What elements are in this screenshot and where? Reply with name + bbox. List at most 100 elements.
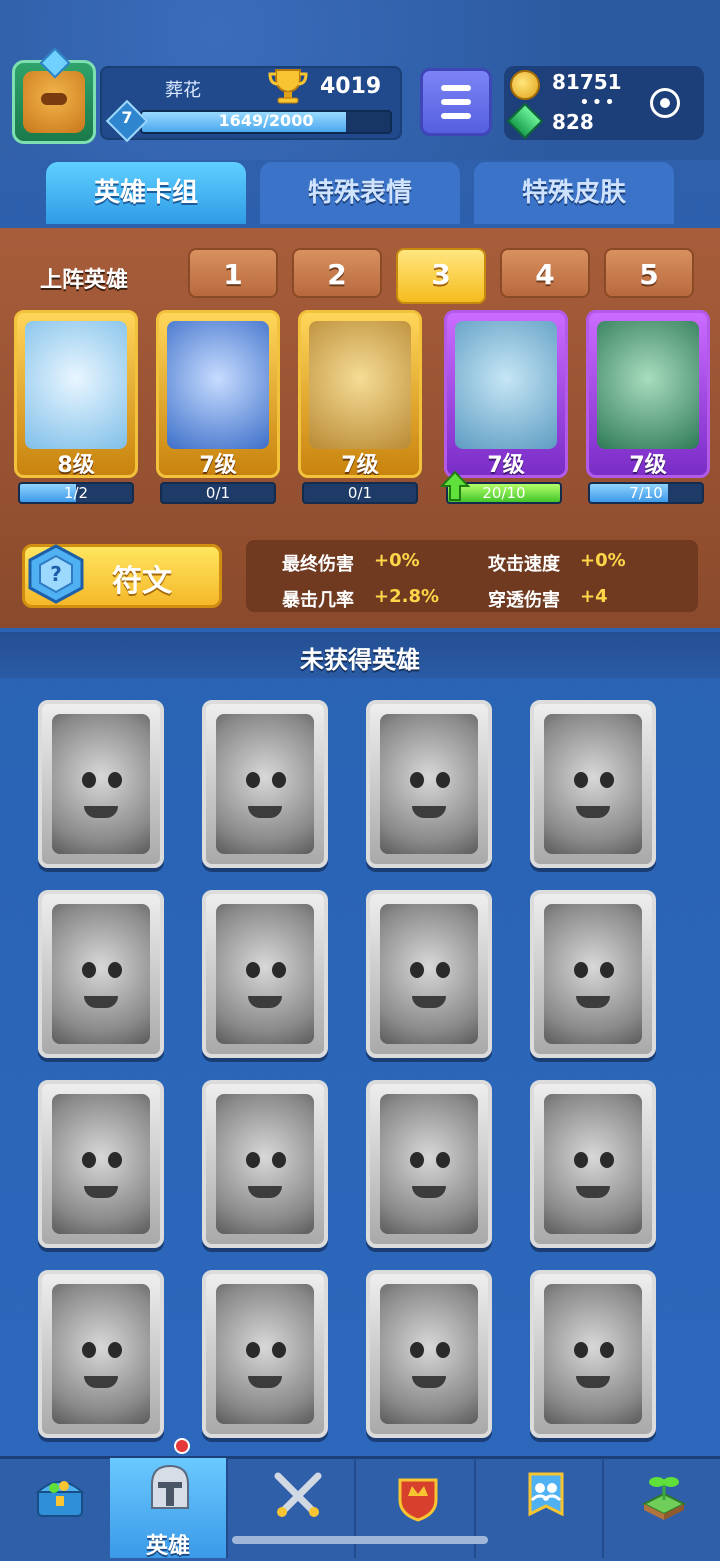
crossed-swords-icon — [274, 1472, 322, 1517]
gold-coin-icon — [510, 70, 540, 100]
tab-special-emotes[interactable]: 特殊表情 — [260, 162, 460, 224]
trophy-icon — [268, 69, 308, 104]
eye-icon — [246, 772, 260, 788]
hero-progress-bar: 1/2 — [18, 482, 134, 504]
hero-progress-text: 7/10 — [629, 484, 663, 502]
eye-icon — [410, 772, 424, 788]
stat-label: 最终伤害 — [282, 554, 354, 575]
rune-gem-icon: ? — [28, 544, 84, 604]
eye-icon — [574, 1152, 588, 1168]
eye-icon — [410, 1152, 424, 1168]
eye-icon — [246, 1342, 260, 1358]
stat-value: +0% — [374, 550, 420, 571]
eye-icon — [272, 1152, 286, 1168]
nav-garden[interactable] — [604, 1458, 720, 1558]
hero-silhouette — [544, 1094, 642, 1234]
lineup-slot-5[interactable]: 5 — [604, 248, 694, 298]
unobtained-hero-card[interactable] — [530, 1080, 656, 1248]
tab-special-skins[interactable]: 特殊皮肤 — [474, 162, 674, 224]
stat-label: 暴击几率 — [282, 590, 354, 611]
mouth-icon — [576, 806, 610, 818]
lineup-label: 上阵英雄 — [40, 268, 129, 293]
menu-line-icon — [441, 85, 471, 91]
lineup-slot-4[interactable]: 4 — [500, 248, 590, 298]
unobtained-hero-card[interactable] — [38, 1080, 164, 1248]
hero-card[interactable]: 7级 — [156, 310, 280, 478]
mouth-icon — [412, 806, 446, 818]
eye-icon — [436, 1152, 450, 1168]
treasure-chest-icon — [35, 1481, 85, 1517]
hero-card[interactable]: 7级 — [444, 310, 568, 478]
hero-progress-text: 0/1 — [205, 484, 231, 502]
stat-value: +4 — [580, 586, 608, 607]
eye-icon — [600, 962, 614, 978]
eye-icon — [600, 1152, 614, 1168]
mouth-icon — [84, 1186, 118, 1198]
hero-card[interactable]: 7级 — [298, 310, 422, 478]
hero-silhouette — [52, 714, 150, 854]
player-level: 7 — [121, 108, 133, 127]
nav-heroes[interactable]: 英雄 — [110, 1458, 228, 1559]
eye-icon — [108, 962, 122, 978]
unobtained-hero-card[interactable] — [366, 1080, 492, 1248]
hero-level: 7级 — [629, 453, 667, 478]
tab-hero-deck[interactable]: 英雄卡组 — [46, 162, 246, 224]
hero-silhouette — [52, 1094, 150, 1234]
unobtained-hero-card[interactable] — [366, 1270, 492, 1438]
hero-portrait — [597, 321, 699, 449]
more-dots-icon[interactable]: ••• — [568, 92, 628, 113]
eye-icon — [436, 1342, 450, 1358]
mouth-icon — [248, 996, 282, 1008]
eye-icon — [272, 1342, 286, 1358]
eye-icon — [436, 962, 450, 978]
mouth-icon — [412, 1186, 446, 1198]
eye-icon — [600, 1342, 614, 1358]
hero-silhouette — [380, 714, 478, 854]
eye-icon — [574, 1342, 588, 1358]
hero-card[interactable]: 8级 — [14, 310, 138, 478]
nav-chest[interactable] — [0, 1458, 118, 1558]
menu-line-icon — [441, 99, 471, 105]
lineup-slot-1[interactable]: 1 — [188, 248, 278, 298]
xp-text: 1649/2000 — [218, 111, 314, 130]
eye-icon — [108, 1152, 122, 1168]
unobtained-hero-card[interactable] — [38, 890, 164, 1058]
hero-silhouette — [216, 1094, 314, 1234]
unobtained-hero-card[interactable] — [530, 1270, 656, 1438]
unobtained-hero-card[interactable] — [530, 700, 656, 868]
unobtained-hero-card[interactable] — [366, 890, 492, 1058]
mouth-icon — [412, 1376, 446, 1388]
hero-progress-bar: 7/10 — [588, 482, 704, 504]
trophy-count: 4019 — [320, 74, 382, 99]
unobtained-hero-card[interactable] — [38, 1270, 164, 1438]
mouth-icon — [576, 1186, 610, 1198]
unobtained-hero-card[interactable] — [530, 890, 656, 1058]
stat-label: 攻击速度 — [488, 554, 560, 575]
eye-icon — [410, 1342, 424, 1358]
nav-friends[interactable] — [486, 1458, 604, 1558]
hero-silhouette — [544, 904, 642, 1044]
mouth-icon — [576, 996, 610, 1008]
hero-portrait — [455, 321, 557, 449]
close-target-icon[interactable] — [650, 88, 680, 118]
lineup-slot-2[interactable]: 2 — [292, 248, 382, 298]
eye-icon — [436, 772, 450, 788]
avatar-portrait — [23, 71, 85, 133]
home-indicator[interactable] — [232, 1536, 488, 1544]
player-name: 葬花 — [165, 80, 201, 101]
unobtained-hero-card[interactable] — [202, 1080, 328, 1248]
eye-icon — [600, 772, 614, 788]
unobtained-hero-card[interactable] — [202, 1270, 328, 1438]
hero-progress-text: 0/1 — [347, 484, 373, 502]
lineup-slot-3[interactable]: 3 — [396, 248, 486, 304]
hero-card[interactable]: 7级 — [586, 310, 710, 478]
hero-silhouette — [544, 714, 642, 854]
svg-text:?: ? — [50, 562, 62, 586]
unobtained-hero-card[interactable] — [202, 700, 328, 868]
unobtained-hero-card[interactable] — [366, 700, 492, 868]
unobtained-hero-card[interactable] — [202, 890, 328, 1058]
mouth-icon — [412, 996, 446, 1008]
unobtained-hero-card[interactable] — [38, 700, 164, 868]
menu-button[interactable] — [420, 68, 492, 136]
sprout-icon — [641, 1477, 687, 1520]
